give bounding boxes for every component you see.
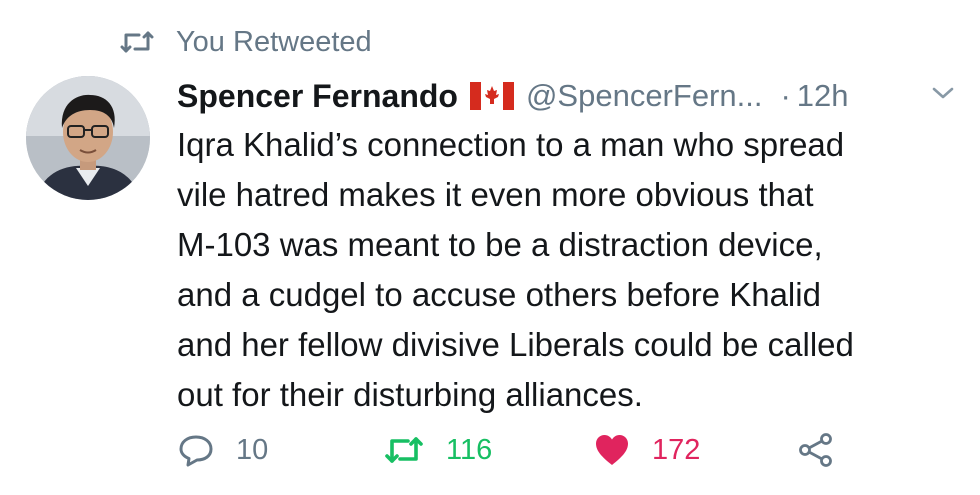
tweet-header: Spencer Fernando @SpencerFern... · 12h bbox=[177, 72, 957, 120]
reply-icon bbox=[179, 435, 213, 467]
retweet-button[interactable]: 116 bbox=[384, 428, 492, 472]
retweet-count: 116 bbox=[446, 433, 493, 466]
retweet-banner: You Retweeted bbox=[120, 22, 372, 62]
like-button[interactable]: 172 bbox=[594, 428, 700, 472]
retweet-icon bbox=[385, 437, 423, 463]
tweet-timestamp[interactable]: 12h bbox=[797, 78, 849, 114]
heart-icon bbox=[596, 435, 628, 465]
like-count: 172 bbox=[652, 433, 701, 466]
share-icon bbox=[799, 433, 832, 467]
tweet-text: Iqra Khalid’s connection to a man who sp… bbox=[177, 120, 967, 420]
chevron-down-icon[interactable] bbox=[930, 84, 956, 102]
user-handle[interactable]: @SpencerFern... bbox=[526, 78, 763, 114]
separator-dot: · bbox=[780, 78, 791, 113]
tweet-text-line: and her fellow divisive Liberals could b… bbox=[177, 326, 854, 363]
retweet-icon bbox=[120, 29, 154, 55]
retweet-banner-label: You Retweeted bbox=[176, 25, 372, 58]
tweet-text-line: and a cudgel to accuse others before Kha… bbox=[177, 276, 821, 313]
share-button[interactable] bbox=[797, 428, 835, 472]
tweet-text-line: out for their disturbing alliances. bbox=[177, 376, 643, 413]
tweet-text-line: vile hatred makes it even more obvious t… bbox=[177, 176, 814, 213]
avatar[interactable] bbox=[26, 76, 150, 200]
tweet-text-line: Iqra Khalid’s connection to a man who sp… bbox=[177, 126, 845, 163]
reply-button[interactable]: 10 bbox=[178, 428, 268, 472]
canada-flag-icon bbox=[469, 82, 514, 110]
tweet-text-line: M-103 was meant to be a distraction devi… bbox=[177, 226, 823, 263]
reply-count: 10 bbox=[236, 433, 269, 466]
display-name[interactable]: Spencer Fernando bbox=[177, 78, 458, 115]
